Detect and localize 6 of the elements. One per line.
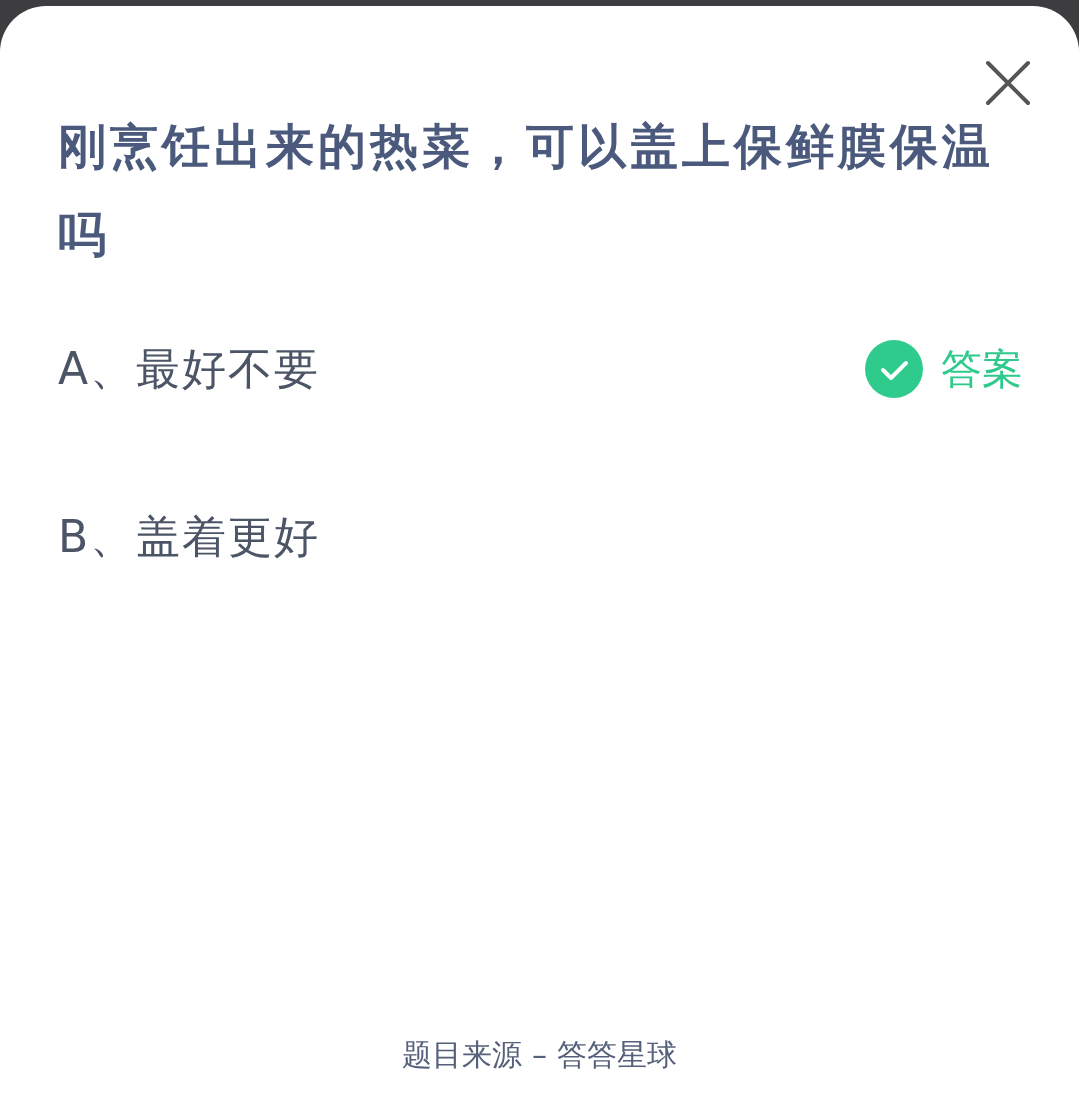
question-text: 刚烹饪出来的热菜，可以盖上保鲜膜保温吗 bbox=[58, 117, 995, 264]
option-text[interactable]: A、最好不要 bbox=[58, 339, 321, 399]
answer-label: 答案 bbox=[941, 343, 1023, 395]
close-icon[interactable] bbox=[985, 60, 1031, 106]
source-text: 题目来源 – 答答星球 bbox=[402, 1036, 677, 1074]
option-text[interactable]: B、盖着更好 bbox=[58, 507, 321, 567]
